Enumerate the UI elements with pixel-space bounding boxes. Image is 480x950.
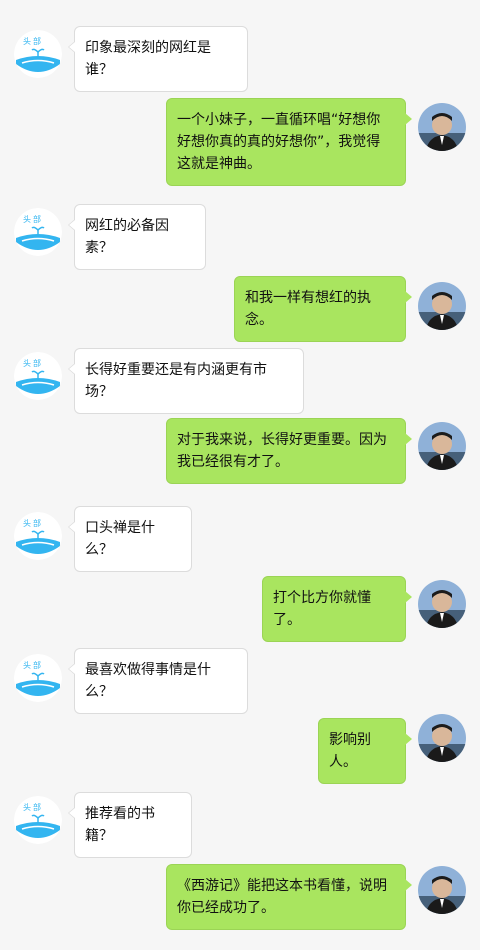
incoming-message: 印象最深刻的网红是谁？ [68, 26, 248, 92]
svg-text:头: 头 [23, 36, 31, 46]
whale-logo-icon[interactable]: 头 部 [14, 30, 62, 78]
outgoing-message: 《西游记》能把这本书看懂，说明 你已经成功了。 [166, 864, 412, 930]
svg-text:头: 头 [23, 518, 31, 528]
svg-text:头: 头 [23, 660, 31, 670]
incoming-message: 口头禅是什么？ [68, 506, 192, 572]
user-avatar[interactable] [418, 282, 466, 330]
incoming-message: 长得好重要还是有内涵更有市场？ [68, 348, 304, 414]
outgoing-message: 和我一样有想红的执念。 [234, 276, 412, 342]
outgoing-message: 影响别人。 [318, 718, 412, 784]
whale-logo-icon[interactable]: 头 部 [14, 208, 62, 256]
svg-text:头: 头 [23, 358, 31, 368]
user-avatar[interactable] [418, 422, 466, 470]
incoming-message: 推荐看的书籍？ [68, 792, 192, 858]
whale-logo-icon[interactable]: 头 部 [14, 352, 62, 400]
user-avatar[interactable] [418, 580, 466, 628]
svg-text:部: 部 [33, 802, 41, 812]
svg-text:头: 头 [23, 802, 31, 812]
user-avatar[interactable] [418, 103, 466, 151]
whale-logo-icon[interactable]: 头 部 [14, 796, 62, 844]
svg-text:部: 部 [33, 358, 41, 368]
svg-text:部: 部 [33, 518, 41, 528]
chat-thread: 头 部 印象最深刻的网红是谁？ 一个小妹子，一直循环唱“好想你 好想你真的真的好… [0, 0, 480, 950]
svg-text:部: 部 [33, 214, 41, 224]
incoming-message: 网红的必备因素？ [68, 204, 206, 270]
svg-text:部: 部 [33, 660, 41, 670]
outgoing-message: 打个比方你就懂了。 [262, 576, 412, 642]
whale-logo-icon[interactable]: 头 部 [14, 512, 62, 560]
incoming-message: 最喜欢做得事情是什么？ [68, 648, 248, 714]
svg-text:头: 头 [23, 214, 31, 224]
outgoing-message: 一个小妹子，一直循环唱“好想你 好想你真的真的好想你”，我觉得 这就是神曲。 [166, 98, 412, 186]
svg-text:部: 部 [33, 36, 41, 46]
user-avatar[interactable] [418, 866, 466, 914]
whale-logo-icon[interactable]: 头 部 [14, 654, 62, 702]
user-avatar[interactable] [418, 714, 466, 762]
outgoing-message: 对于我来说，长得好更重要。因为 我已经很有才了。 [166, 418, 412, 484]
